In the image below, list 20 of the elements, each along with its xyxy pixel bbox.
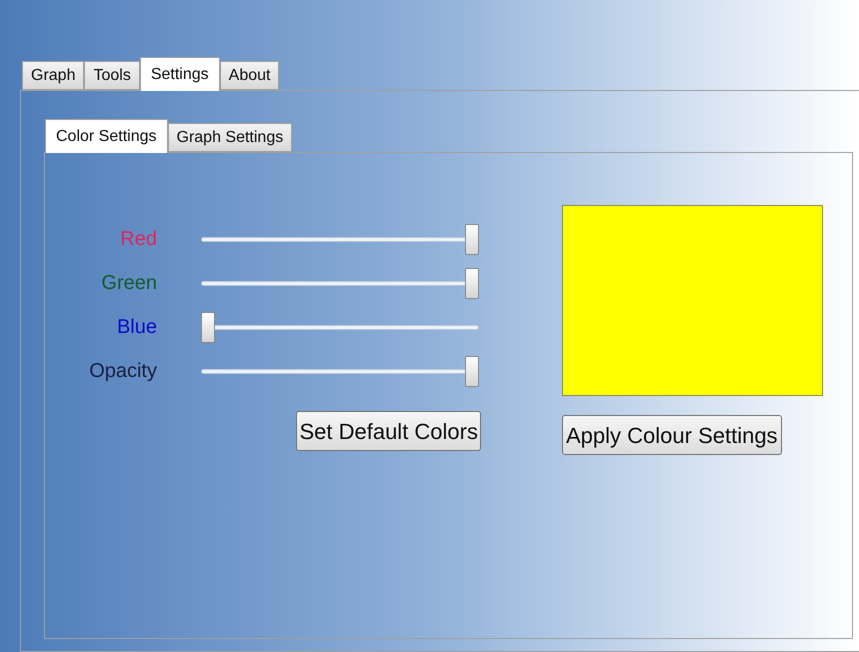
tab[interactable]: Settings [140,57,220,91]
slider[interactable] [201,356,479,386]
tab[interactable]: About [220,61,280,90]
slider-thumb[interactable] [465,268,479,298]
tab[interactable]: Graph Settings [168,123,292,152]
apply-colour-settings-button[interactable]: Apply Colour Settings [562,415,782,455]
slider[interactable] [201,268,479,298]
slider-thumb[interactable] [465,356,479,386]
set-default-colors-button[interactable]: Set Default Colors [296,411,481,451]
slider-thumb[interactable] [465,224,479,254]
slider-label: Blue [116,315,157,340]
slider-label: Green [100,271,157,296]
slider[interactable] [201,224,479,254]
slider[interactable] [201,312,479,342]
slider-thumb[interactable] [201,312,215,342]
slider-label: Opacity [88,359,157,384]
tab[interactable]: Tools [84,61,140,90]
slider-label: Red [119,227,157,252]
tab[interactable]: Color Settings [45,119,168,153]
tab[interactable]: Graph [22,61,84,90]
